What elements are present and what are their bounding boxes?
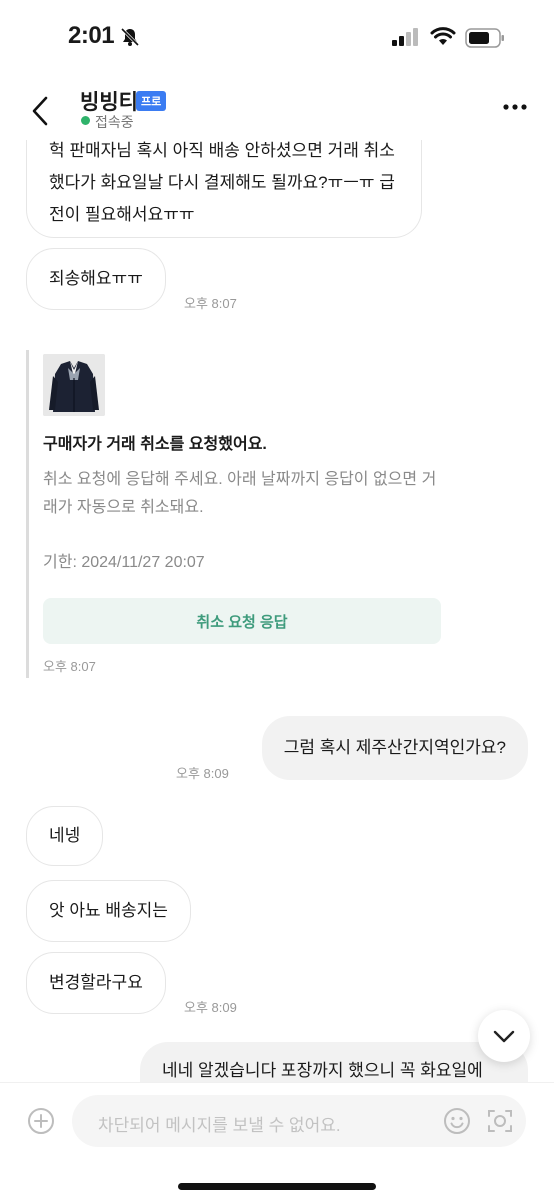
status-bar: 2:01 — [0, 0, 554, 76]
wifi-icon — [430, 27, 456, 45]
incoming-message: 변경할라구요 — [26, 952, 166, 1014]
emoji-icon[interactable] — [443, 1107, 471, 1135]
message-input-placeholder: 차단되어 메시지를 보낼 수 없어요. — [98, 1116, 341, 1135]
back-arrow-icon[interactable] — [30, 96, 50, 126]
chevron-down-icon — [493, 1030, 515, 1043]
incoming-message: 앗 아뇨 배송지는 — [26, 880, 191, 942]
outgoing-message: 그럼 혹시 제주산간지역인가요? — [261, 716, 528, 780]
more-icon[interactable] — [502, 103, 528, 111]
online-status: 접속중 — [95, 114, 134, 130]
product-thumbnail[interactable] — [43, 354, 105, 416]
chat-header: 빙빙티 프로 접속중 — [0, 76, 554, 140]
signal-icon — [392, 28, 418, 46]
camera-icon[interactable] — [486, 1107, 514, 1135]
respond-cancel-request-button[interactable]: 취소 요청 응답 — [43, 598, 441, 644]
battery-icon — [465, 28, 504, 48]
message-time: 오후 8:07 — [43, 659, 96, 674]
message-time: 오후 8:07 — [184, 296, 237, 311]
online-indicator — [81, 116, 90, 125]
scroll-to-bottom-button[interactable] — [478, 1010, 530, 1062]
bell-slash-icon — [120, 27, 140, 47]
jacket-image-icon — [43, 354, 105, 416]
status-time: 2:01 — [68, 22, 115, 49]
card-deadline: 기한: 2024/11/27 20:07 — [43, 554, 205, 571]
message-time: 오후 8:09 — [176, 766, 229, 781]
message-time: 오후 8:09 — [184, 1000, 237, 1015]
home-indicator — [178, 1183, 376, 1190]
incoming-message: 네넹 — [26, 806, 104, 866]
card-title: 구매자가 거래 취소를 요청했어요. — [43, 436, 267, 453]
plus-icon[interactable] — [27, 1107, 55, 1135]
card-description: 취소 요청에 응답해 주세요. 아래 날짜까지 응답이 없으면 거래가 자동으로… — [43, 471, 437, 516]
incoming-message: 죄송해요ㅠㅠ — [26, 248, 166, 310]
message-input-bar: 차단되어 메시지를 보낼 수 없어요. — [0, 1082, 554, 1200]
pro-badge: 프로 — [136, 91, 167, 111]
cancel-request-card: 구매자가 거래 취소를 요청했어요. 취소 요청에 응답해 주세요. 아래 날짜… — [26, 350, 446, 678]
